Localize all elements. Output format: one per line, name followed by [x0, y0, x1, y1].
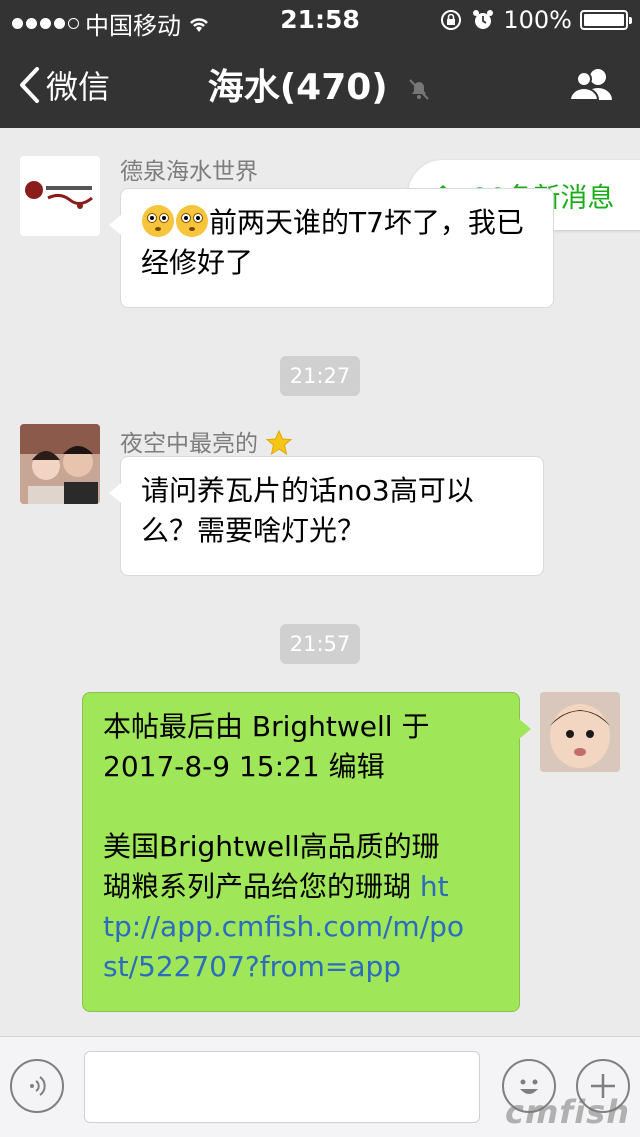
battery-percent: 100%: [503, 6, 572, 34]
message-bubble[interactable]: 前两天谁的T7坏了，我已经修好了: [109, 188, 554, 308]
flushed-emoji-icon: [142, 205, 174, 237]
message-line: 美国Brightwell高品质的珊: [103, 830, 440, 863]
user-photo-image: [540, 692, 620, 772]
message-bubble[interactable]: 请问养瓦片的话no3高可以么？需要啥灯光？: [109, 456, 544, 576]
message-text: 请问养瓦片的话no3高可以么？需要啥灯光？: [141, 474, 474, 547]
chat-title: 海水(470): [0, 58, 640, 110]
status-bar-right: 100%: [439, 6, 632, 34]
mute-bell-icon: [409, 79, 430, 100]
timestamp: 21:27: [280, 356, 360, 396]
timestamp: 21:57: [280, 624, 360, 664]
message-link[interactable]: st/522707?from=app: [103, 947, 499, 987]
watermark: cmfish: [504, 1093, 630, 1131]
message-link[interactable]: tp://app.cmfish.com/m/po: [103, 907, 499, 947]
avatar[interactable]: [540, 692, 620, 772]
status-bar: 中国移动 21:58 100%: [0, 0, 640, 40]
user-photo-image: [20, 424, 100, 504]
message-line: 瑚粮系列产品给您的珊瑚 ht: [103, 867, 499, 907]
alarm-icon: [473, 10, 494, 29]
nav-bar: 微信 海水(470): [0, 40, 640, 128]
rotation-lock-icon: [441, 10, 462, 30]
shop-logo-image: [20, 156, 100, 236]
chat-title-text: 海水(470): [207, 67, 388, 108]
battery-icon: [580, 10, 632, 30]
voice-button[interactable]: [10, 1059, 64, 1113]
sender-name-text: 夜空中最亮的: [120, 431, 258, 457]
message-line: 本帖最后由 Brightwell 于: [103, 710, 430, 743]
avatar[interactable]: [20, 156, 100, 236]
star-icon: [266, 429, 293, 456]
sender-name: 夜空中最亮的: [120, 424, 293, 458]
group-members-icon[interactable]: [568, 66, 616, 102]
input-bar: cmfish: [0, 1036, 640, 1137]
flushed-emoji-icon: [176, 205, 208, 237]
message-line: 2017-8-9 15:21 编辑: [103, 750, 385, 783]
message-line-text: 瑚粮系列产品给您的珊瑚: [103, 870, 420, 903]
sender-name: 德泉海水世界: [120, 159, 258, 185]
message-input[interactable]: [84, 1051, 480, 1123]
avatar[interactable]: [20, 424, 100, 504]
message-bubble-outgoing[interactable]: 本帖最后由 Brightwell 于 2017-8-9 15:21 编辑 美国B…: [82, 692, 531, 1012]
message-link[interactable]: ht: [420, 870, 449, 903]
voice-icon: [30, 1076, 46, 1096]
